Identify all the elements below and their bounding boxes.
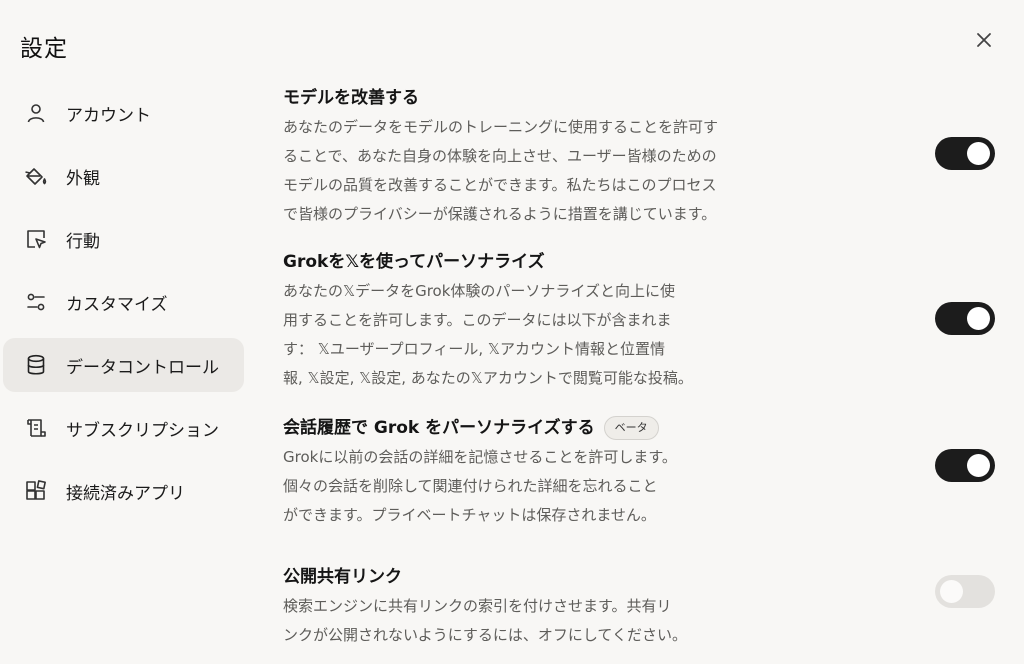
sidebar-item-label: アカウント — [66, 105, 151, 126]
sidebar-item-label: データコントロール — [66, 357, 219, 378]
setting-description: あなたの𝕏データをGrok体験のパーソナライズと向上に使 用することを許可します… — [283, 277, 758, 393]
description-line: モデルの品質を改善することができます。私たちはこのプロセス — [283, 176, 717, 194]
setting-title: 公開共有リンク — [283, 567, 402, 587]
description-line: Grokに以前の会話の詳細を記憶させることを許可します。 — [283, 448, 677, 466]
description-line: 個々の会話を削除して関連付けられた詳細を忘れること — [283, 477, 658, 495]
apps-grid-icon — [24, 479, 48, 503]
setting-title: 会話履歴で Grok をパーソナライズする ベータ — [283, 414, 1005, 442]
description-line: ンクが公開されないようにするには、オフにしてください。 — [283, 626, 687, 644]
description-line: 検索エンジンに共有リンクの索引を付けさせます。共有リ — [283, 597, 672, 615]
toggle-knob — [940, 580, 963, 603]
setting-public-share-links: 公開共有リンク 検索エンジンに共有リンクの索引を付けさせます。共有リ ンクが公開… — [283, 563, 1005, 653]
settings-list: モデルを改善する あなたのデータをモデルのトレーニングに使用することを許可す る… — [283, 84, 1005, 653]
description-line: 用することを許可します。このデータには以下が含まれま — [283, 311, 672, 329]
description-line: ができます。プライベートチャットは保存されません。 — [283, 506, 656, 524]
description-line: あなたのデータをモデルのトレーニングに使用することを許可す — [283, 118, 719, 136]
close-icon — [977, 33, 991, 47]
setting-improve-model: モデルを改善する あなたのデータをモデルのトレーニングに使用することを許可す る… — [283, 84, 1005, 248]
sidebar-item-label: 行動 — [66, 231, 100, 252]
setting-description: Grokに以前の会話の詳細を記憶させることを許可します。 個々の会話を削除して関… — [283, 443, 758, 530]
sidebar-item-appearance[interactable]: 外観 — [3, 149, 244, 203]
personalize-x-toggle[interactable] — [935, 302, 995, 335]
description-line: ることで、あなた自身の体験を向上させ、ユーザー皆様のための — [283, 147, 717, 165]
description-line: で皆様のプライバシーが保護されるように措置を講じています。 — [283, 205, 717, 223]
sidebar-item-subscription[interactable]: サブスクリプション — [3, 401, 244, 455]
improve-model-toggle[interactable] — [935, 137, 995, 170]
setting-description: あなたのデータをモデルのトレーニングに使用することを許可す ることで、あなた自身… — [283, 113, 758, 229]
sidebar-item-behavior[interactable]: 行動 — [3, 212, 244, 266]
setting-title: モデルを改善する — [283, 88, 419, 108]
database-icon — [24, 353, 48, 377]
conversation-history-toggle[interactable] — [935, 449, 995, 482]
scroll-icon — [24, 416, 48, 440]
sidebar-item-account[interactable]: アカウント — [3, 86, 244, 140]
description-line: あなたの𝕏データをGrok体験のパーソナライズと向上に使 — [283, 282, 675, 300]
close-button[interactable] — [970, 26, 998, 54]
page-title: 設定 — [20, 36, 68, 62]
setting-conversation-history: 会話履歴で Grok をパーソナライズする ベータ Grokに以前の会話の詳細を… — [283, 414, 1005, 563]
sidebar: アカウント 外観 行動 カスタマイズ データコントロール サブスクリプション 接… — [3, 86, 244, 527]
sidebar-item-label: 接続済みアプリ — [66, 483, 185, 504]
setting-title: Grokを𝕏を使ってパーソナライズ — [283, 252, 545, 272]
sidebar-item-label: 外観 — [66, 168, 100, 189]
cursor-box-icon — [24, 227, 48, 251]
sidebar-item-data-control[interactable]: データコントロール — [3, 338, 244, 392]
setting-title-text: 会話履歴で Grok をパーソナライズする — [283, 418, 595, 438]
description-line: す： 𝕏ユーザープロフィール, 𝕏アカウント情報と位置情 — [283, 340, 665, 358]
sidebar-item-label: サブスクリプション — [66, 420, 219, 441]
setting-description: 検索エンジンに共有リンクの索引を付けさせます。共有リ ンクが公開されないようにす… — [283, 592, 758, 650]
sidebar-item-connected-apps[interactable]: 接続済みアプリ — [3, 464, 244, 518]
sidebar-item-customize[interactable]: カスタマイズ — [3, 275, 244, 329]
toggle-knob — [967, 307, 990, 330]
beta-badge: ベータ — [603, 416, 659, 440]
user-icon — [24, 101, 48, 125]
description-line: 報, 𝕏設定, 𝕏設定, あなたの𝕏アカウントで閲覧可能な投稿。 — [283, 369, 693, 387]
setting-personalize-x: Grokを𝕏を使ってパーソナライズ あなたの𝕏データをGrok体験のパーソナライ… — [283, 248, 1005, 414]
sidebar-item-label: カスタマイズ — [66, 294, 168, 315]
paint-bucket-icon — [24, 164, 48, 188]
sliders-icon — [24, 290, 48, 314]
toggle-knob — [967, 454, 990, 477]
public-share-links-toggle[interactable] — [935, 575, 995, 608]
toggle-knob — [967, 142, 990, 165]
